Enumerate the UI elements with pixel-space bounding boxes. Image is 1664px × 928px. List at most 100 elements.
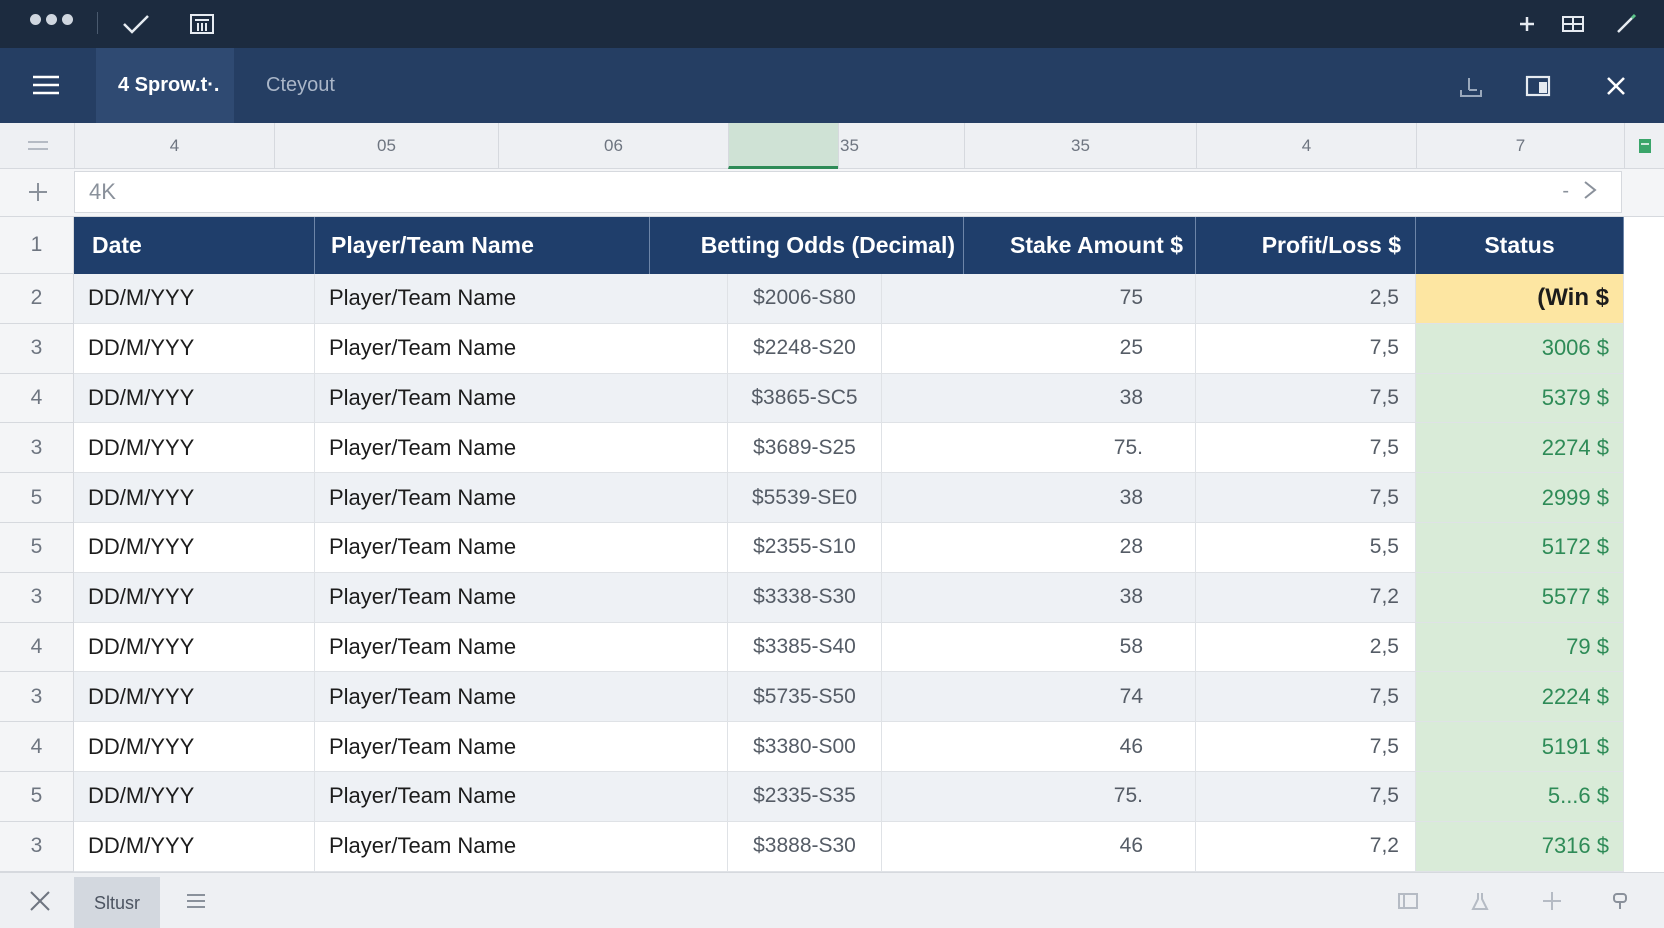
cell-date[interactable]: DD/M/YYY xyxy=(74,373,315,424)
row-number[interactable]: 4 xyxy=(0,722,74,772)
row-number[interactable]: 3 xyxy=(0,423,74,474)
window-dots-icon[interactable] xyxy=(30,14,73,25)
column-header[interactable]: 35 xyxy=(838,123,964,169)
cell-stake[interactable]: 46 xyxy=(882,722,1196,772)
row-number[interactable]: 3 xyxy=(0,821,74,872)
cell-odds[interactable]: $3385-S40 xyxy=(728,622,882,673)
row-number[interactable]: 3 xyxy=(0,323,74,374)
cell-odds[interactable]: $3689-S25 xyxy=(728,423,882,474)
cell-profit-loss[interactable]: 7,5 xyxy=(1196,323,1416,374)
add-row-icon[interactable] xyxy=(24,177,52,207)
cell-status[interactable]: 5191 $ xyxy=(1416,722,1624,772)
cell-date[interactable]: DD/M/YYY xyxy=(74,672,315,723)
header-date[interactable]: Date xyxy=(74,217,315,274)
cell-player-name[interactable]: Player/Team Name xyxy=(315,373,728,424)
chevron-right-icon[interactable] xyxy=(1581,178,1603,206)
cell-stake[interactable]: 38 xyxy=(882,572,1196,623)
cell-status[interactable]: 5172 $ xyxy=(1416,523,1624,573)
cell-player-name[interactable]: Player/Team Name xyxy=(315,772,728,822)
column-header[interactable]: 4 xyxy=(74,123,274,169)
cell-date[interactable]: DD/M/YYY xyxy=(74,821,315,872)
cell-profit-loss[interactable]: 2,5 xyxy=(1196,274,1416,324)
cell-player-name[interactable]: Player/Team Name xyxy=(315,323,728,374)
cell-player-name[interactable]: Player/Team Name xyxy=(315,473,728,523)
cell-date[interactable]: DD/M/YYY xyxy=(74,274,315,324)
cell-profit-loss[interactable]: 7,5 xyxy=(1196,772,1416,822)
row-number[interactable]: 4 xyxy=(0,622,74,673)
plus-icon[interactable] xyxy=(1513,10,1541,38)
grid-icon[interactable] xyxy=(1560,10,1588,38)
cell-date[interactable]: DD/M/YYY xyxy=(74,622,315,673)
column-header-selected[interactable] xyxy=(728,123,838,169)
header-player[interactable]: Player/Team Name xyxy=(315,217,650,274)
column-header[interactable]: 35 xyxy=(964,123,1196,169)
cell-stake[interactable]: 75. xyxy=(882,772,1196,822)
brush-icon[interactable] xyxy=(1608,887,1636,915)
add-icon[interactable] xyxy=(1538,887,1566,915)
cell-date[interactable]: DD/M/YYY xyxy=(74,722,315,772)
tools-icon[interactable] xyxy=(26,887,54,915)
close-icon[interactable] xyxy=(1600,70,1632,102)
select-all-icon[interactable] xyxy=(26,136,50,156)
column-header[interactable]: 06 xyxy=(498,123,728,169)
calculator-icon[interactable] xyxy=(189,10,217,38)
cell-status[interactable]: 7316 $ xyxy=(1416,821,1624,872)
row-number[interactable]: 3 xyxy=(0,572,74,623)
cell-stake[interactable]: 28 xyxy=(882,523,1196,573)
row-number[interactable]: 5 xyxy=(0,772,74,822)
cell-status[interactable]: 5577 $ xyxy=(1416,572,1624,623)
cell-date[interactable]: DD/M/YYY xyxy=(74,572,315,623)
cell-status[interactable]: 2224 $ xyxy=(1416,672,1624,723)
cell-status[interactable]: 3006 $ xyxy=(1416,323,1624,374)
cell-odds[interactable]: $2006-S80 xyxy=(728,274,882,324)
cell-player-name[interactable]: Player/Team Name xyxy=(315,722,728,772)
formula-input[interactable]: 4K - xyxy=(74,171,1622,213)
cell-profit-loss[interactable]: 7,2 xyxy=(1196,572,1416,623)
row-number[interactable]: 2 xyxy=(0,274,74,324)
cell-status[interactable]: 2274 $ xyxy=(1416,423,1624,474)
cell-profit-loss[interactable]: 7,5 xyxy=(1196,672,1416,723)
cell-stake[interactable]: 75 xyxy=(882,274,1196,324)
list-icon[interactable] xyxy=(182,887,210,915)
row-number[interactable]: 5 xyxy=(0,473,74,523)
cell-stake[interactable]: 58 xyxy=(882,622,1196,673)
cell-profit-loss[interactable]: 7,5 xyxy=(1196,473,1416,523)
cell-odds[interactable]: $3865-SC5 xyxy=(728,373,882,424)
cell-player-name[interactable]: Player/Team Name xyxy=(315,672,728,723)
cell-date[interactable]: DD/M/YYY xyxy=(74,523,315,573)
header-status[interactable]: Status xyxy=(1416,217,1624,274)
cell-date[interactable]: DD/M/YYY xyxy=(74,772,315,822)
cell-odds[interactable]: $3338-S30 xyxy=(728,572,882,623)
cell-odds[interactable]: $5539-SE0 xyxy=(728,473,882,523)
row-number[interactable]: 3 xyxy=(0,672,74,723)
cell-stake[interactable]: 38 xyxy=(882,373,1196,424)
cell-odds[interactable]: $3888-S30 xyxy=(728,821,882,872)
header-stake[interactable]: Stake Amount $ xyxy=(964,217,1196,274)
cell-odds[interactable]: $2355-S10 xyxy=(728,523,882,573)
cell-stake[interactable]: 75. xyxy=(882,423,1196,474)
cell-date[interactable]: DD/M/YYY xyxy=(74,473,315,523)
layout-icon[interactable] xyxy=(1394,887,1422,915)
row-number[interactable]: 4 xyxy=(0,373,74,424)
cell-profit-loss[interactable]: 7,5 xyxy=(1196,722,1416,772)
flask-icon[interactable] xyxy=(1466,887,1494,915)
cell-stake[interactable]: 46 xyxy=(882,821,1196,872)
cell-odds[interactable]: $2248-S20 xyxy=(728,323,882,374)
cell-date[interactable]: DD/M/YYY xyxy=(74,423,315,474)
cell-profit-loss[interactable]: 2,5 xyxy=(1196,622,1416,673)
cell-stake[interactable]: 25 xyxy=(882,323,1196,374)
cell-date[interactable]: DD/M/YYY xyxy=(74,323,315,374)
tab-sprout[interactable]: 4 Sprow.t·. xyxy=(96,48,234,123)
share-icon[interactable] xyxy=(1455,70,1487,102)
cell-status[interactable]: 2999 $ xyxy=(1416,473,1624,523)
cell-odds[interactable]: $2335-S35 xyxy=(728,772,882,822)
window-icon[interactable] xyxy=(1522,70,1554,102)
sheet-indicator-icon[interactable] xyxy=(1624,123,1664,169)
pen-icon[interactable] xyxy=(1612,10,1640,38)
column-header[interactable]: 05 xyxy=(274,123,498,169)
cell-stake[interactable]: 38 xyxy=(882,473,1196,523)
cell-player-name[interactable]: Player/Team Name xyxy=(315,523,728,573)
cell-status[interactable]: 5379 $ xyxy=(1416,373,1624,424)
row-number[interactable]: 1 xyxy=(0,217,74,274)
cell-player-name[interactable]: Player/Team Name xyxy=(315,622,728,673)
